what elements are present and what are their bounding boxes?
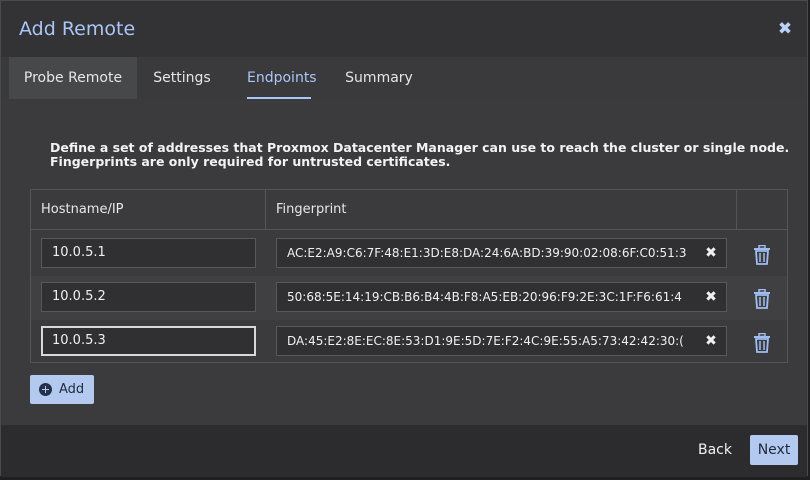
fingerprint-value: AC:E2:A9:C6:7F:48:E1:3D:E8:DA:24:6A:BD:3… bbox=[287, 246, 687, 260]
trash-icon[interactable] bbox=[753, 289, 771, 309]
column-header-fingerprint: Fingerprint bbox=[276, 202, 347, 217]
dialog-title: Add Remote bbox=[19, 18, 136, 40]
dialog-footer: Back Next bbox=[1, 425, 807, 477]
close-icon[interactable]: ✖ bbox=[777, 21, 793, 38]
next-button[interactable]: Next bbox=[750, 435, 798, 465]
hostname-input[interactable]: 10.0.5.2 bbox=[41, 282, 256, 312]
tab-probe-remote[interactable]: Probe Remote bbox=[9, 57, 137, 99]
tab-settings[interactable]: Settings bbox=[147, 57, 217, 99]
tab-label: Settings bbox=[153, 70, 211, 86]
clear-icon[interactable]: ✖ bbox=[704, 283, 718, 311]
add-button-label: Add bbox=[59, 382, 85, 397]
hostname-input[interactable]: 10.0.5.3 bbox=[41, 326, 256, 356]
column-divider bbox=[736, 190, 737, 229]
dialog-titlebar: Add Remote ✖ bbox=[1, 1, 807, 57]
add-endpoint-button[interactable]: Add bbox=[30, 375, 94, 404]
endpoints-grid: Hostname/IP Fingerprint 10.0.5.1 AC:E2:A… bbox=[30, 189, 788, 363]
add-remote-dialog: Add Remote ✖ Probe Remote Settings Endpo… bbox=[0, 0, 808, 477]
table-row: 10.0.5.3 DA:45:E2:8E:EC:8E:53:D1:9E:5D:7… bbox=[31, 320, 787, 364]
tab-label: Probe Remote bbox=[23, 70, 123, 86]
trash-icon[interactable] bbox=[753, 333, 771, 353]
tab-endpoints[interactable]: Endpoints bbox=[247, 57, 317, 99]
tab-bar: Probe Remote Settings Endpoints Summary bbox=[1, 57, 807, 99]
trash-icon[interactable] bbox=[753, 245, 771, 265]
endpoints-description: Define a set of addresses that Proxmox D… bbox=[50, 140, 790, 169]
table-row: 10.0.5.2 50:68:5E:14:19:CB:B6:B4:4B:F8:A… bbox=[31, 276, 787, 320]
clear-icon[interactable]: ✖ bbox=[704, 239, 718, 267]
fingerprint-input[interactable]: DA:45:E2:8E:EC:8E:53:D1:9E:5D:7E:F2:4C:9… bbox=[276, 326, 727, 356]
plus-circle-icon bbox=[39, 383, 52, 396]
tab-summary[interactable]: Summary bbox=[341, 57, 417, 99]
table-row: 10.0.5.1 AC:E2:A9:C6:7F:48:E1:3D:E8:DA:2… bbox=[31, 232, 787, 276]
column-header-hostname: Hostname/IP bbox=[41, 202, 124, 217]
fingerprint-value: DA:45:E2:8E:EC:8E:53:D1:9E:5D:7E:F2:4C:9… bbox=[287, 334, 684, 348]
hostname-input[interactable]: 10.0.5.1 bbox=[41, 238, 256, 268]
tab-label: Endpoints bbox=[247, 70, 317, 86]
fingerprint-input[interactable]: 50:68:5E:14:19:CB:B6:B4:4B:F8:A5:EB:20:9… bbox=[276, 282, 727, 312]
clear-icon[interactable]: ✖ bbox=[704, 327, 718, 355]
grid-header: Hostname/IP Fingerprint bbox=[31, 190, 787, 230]
back-button[interactable]: Back bbox=[690, 435, 740, 465]
fingerprint-value: 50:68:5E:14:19:CB:B6:B4:4B:F8:A5:EB:20:9… bbox=[287, 290, 682, 304]
tab-label: Summary bbox=[345, 70, 413, 86]
fingerprint-input[interactable]: AC:E2:A9:C6:7F:48:E1:3D:E8:DA:24:6A:BD:3… bbox=[276, 238, 727, 268]
endpoints-panel: Define a set of addresses that Proxmox D… bbox=[1, 99, 807, 425]
